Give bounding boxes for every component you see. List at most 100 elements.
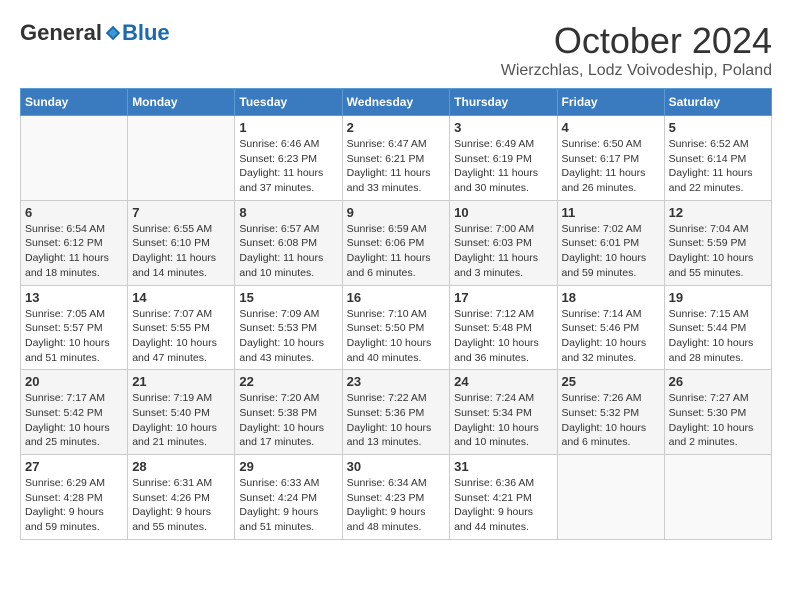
calendar: SundayMondayTuesdayWednesdayThursdayFrid… [20,88,772,540]
calendar-cell: 14 Sunrise: 7:07 AM Sunset: 5:55 PM Dayli… [128,285,235,370]
calendar-cell: 29 Sunrise: 6:33 AM Sunset: 4:24 PM Dayli… [235,455,342,540]
calendar-cell: 10 Sunrise: 7:00 AM Sunset: 6:03 PM Dayli… [450,200,557,285]
day-number: 26 [669,374,767,389]
day-number: 5 [669,120,767,135]
calendar-cell: 3 Sunrise: 6:49 AM Sunset: 6:19 PM Daylig… [450,116,557,201]
calendar-cell [557,455,664,540]
calendar-cell: 21 Sunrise: 7:19 AM Sunset: 5:40 PM Dayli… [128,370,235,455]
day-info: Sunrise: 7:26 AM Sunset: 5:32 PM Dayligh… [562,391,660,450]
calendar-cell: 2 Sunrise: 6:47 AM Sunset: 6:21 PM Daylig… [342,116,450,201]
calendar-cell: 17 Sunrise: 7:12 AM Sunset: 5:48 PM Dayli… [450,285,557,370]
day-number: 14 [132,290,230,305]
weekday-header: Friday [557,89,664,116]
day-number: 20 [25,374,123,389]
calendar-cell: 8Sunrise: 6:57 AM Sunset: 6:08 PM Daylig… [235,200,342,285]
day-info: Sunrise: 6:31 AM Sunset: 4:26 PM Dayligh… [132,476,230,535]
logo-icon [104,24,122,42]
logo: General Blue [20,20,170,46]
location: Wierzchlas, Lodz Voivodeship, Poland [501,62,772,80]
day-number: 16 [347,290,446,305]
calendar-cell: 24Sunrise: 7:24 AM Sunset: 5:34 PM Dayli… [450,370,557,455]
day-number: 2 [347,120,446,135]
day-info: Sunrise: 7:07 AM Sunset: 5:55 PM Dayligh… [132,307,230,366]
calendar-week-row: 1Sunrise: 6:46 AM Sunset: 6:23 PM Daylig… [21,116,772,201]
day-info: Sunrise: 6:50 AM Sunset: 6:17 PM Dayligh… [562,137,660,196]
calendar-cell: 15 Sunrise: 7:09 AM Sunset: 5:53 PM Dayli… [235,285,342,370]
month-title: October 2024 [501,20,772,62]
day-info: Sunrise: 7:12 AM Sunset: 5:48 PM Dayligh… [454,307,552,366]
calendar-cell [128,116,235,201]
day-info: Sunrise: 7:00 AM Sunset: 6:03 PM Dayligh… [454,222,552,281]
day-info: Sunrise: 6:34 AM Sunset: 4:23 PM Dayligh… [347,476,446,535]
day-info: Sunrise: 6:52 AM Sunset: 6:14 PM Dayligh… [669,137,767,196]
day-number: 11 [562,205,660,220]
weekday-header: Wednesday [342,89,450,116]
weekday-header: Tuesday [235,89,342,116]
day-number: 17 [454,290,552,305]
day-info: Sunrise: 6:47 AM Sunset: 6:21 PM Dayligh… [347,137,446,196]
calendar-cell: 4 Sunrise: 6:50 AM Sunset: 6:17 PM Daylig… [557,116,664,201]
day-info: Sunrise: 6:57 AM Sunset: 6:08 PM Dayligh… [239,222,337,281]
page-header: General Blue October 2024 Wierzchlas, Lo… [20,20,772,80]
day-number: 4 [562,120,660,135]
title-block: October 2024 Wierzchlas, Lodz Voivodeshi… [501,20,772,80]
day-info: Sunrise: 7:20 AM Sunset: 5:38 PM Dayligh… [239,391,337,450]
day-info: Sunrise: 7:02 AM Sunset: 6:01 PM Dayligh… [562,222,660,281]
day-number: 7 [132,205,230,220]
day-number: 22 [239,374,337,389]
day-info: Sunrise: 6:33 AM Sunset: 4:24 PM Dayligh… [239,476,337,535]
calendar-cell: 5 Sunrise: 6:52 AM Sunset: 6:14 PM Daylig… [664,116,771,201]
day-info: Sunrise: 6:49 AM Sunset: 6:19 PM Dayligh… [454,137,552,196]
calendar-cell: 20 Sunrise: 7:17 AM Sunset: 5:42 PM Dayli… [21,370,128,455]
weekday-header: Monday [128,89,235,116]
calendar-week-row: 6 Sunrise: 6:54 AM Sunset: 6:12 PM Daylig… [21,200,772,285]
day-info: Sunrise: 6:59 AM Sunset: 6:06 PM Dayligh… [347,222,446,281]
day-number: 3 [454,120,552,135]
day-number: 12 [669,205,767,220]
day-info: Sunrise: 6:29 AM Sunset: 4:28 PM Dayligh… [25,476,123,535]
day-number: 10 [454,205,552,220]
weekday-header: Saturday [664,89,771,116]
day-number: 13 [25,290,123,305]
calendar-cell: 7 Sunrise: 6:55 AM Sunset: 6:10 PM Daylig… [128,200,235,285]
calendar-week-row: 13Sunrise: 7:05 AM Sunset: 5:57 PM Dayli… [21,285,772,370]
day-number: 23 [347,374,446,389]
logo-general: General [20,20,102,46]
calendar-week-row: 27 Sunrise: 6:29 AM Sunset: 4:28 PM Dayli… [21,455,772,540]
weekday-header: Sunday [21,89,128,116]
day-number: 29 [239,459,337,474]
day-number: 31 [454,459,552,474]
day-info: Sunrise: 7:15 AM Sunset: 5:44 PM Dayligh… [669,307,767,366]
calendar-cell: 23Sunrise: 7:22 AM Sunset: 5:36 PM Dayli… [342,370,450,455]
day-info: Sunrise: 6:55 AM Sunset: 6:10 PM Dayligh… [132,222,230,281]
calendar-cell: 12Sunrise: 7:04 AM Sunset: 5:59 PM Dayli… [664,200,771,285]
day-number: 15 [239,290,337,305]
day-info: Sunrise: 7:09 AM Sunset: 5:53 PM Dayligh… [239,307,337,366]
day-number: 18 [562,290,660,305]
day-number: 30 [347,459,446,474]
calendar-cell: 25 Sunrise: 7:26 AM Sunset: 5:32 PM Dayli… [557,370,664,455]
day-info: Sunrise: 7:10 AM Sunset: 5:50 PM Dayligh… [347,307,446,366]
day-info: Sunrise: 7:19 AM Sunset: 5:40 PM Dayligh… [132,391,230,450]
day-info: Sunrise: 7:14 AM Sunset: 5:46 PM Dayligh… [562,307,660,366]
calendar-cell: 26Sunrise: 7:27 AM Sunset: 5:30 PM Dayli… [664,370,771,455]
calendar-cell: 18 Sunrise: 7:14 AM Sunset: 5:46 PM Dayli… [557,285,664,370]
calendar-cell [664,455,771,540]
day-number: 27 [25,459,123,474]
calendar-cell: 22 Sunrise: 7:20 AM Sunset: 5:38 PM Dayli… [235,370,342,455]
day-info: Sunrise: 7:17 AM Sunset: 5:42 PM Dayligh… [25,391,123,450]
weekday-header-row: SundayMondayTuesdayWednesdayThursdayFrid… [21,89,772,116]
calendar-cell: 30 Sunrise: 6:34 AM Sunset: 4:23 PM Dayli… [342,455,450,540]
day-info: Sunrise: 6:54 AM Sunset: 6:12 PM Dayligh… [25,222,123,281]
day-number: 21 [132,374,230,389]
day-number: 25 [562,374,660,389]
day-number: 24 [454,374,552,389]
day-info: Sunrise: 6:36 AM Sunset: 4:21 PM Dayligh… [454,476,552,535]
day-number: 6 [25,205,123,220]
calendar-cell: 16 Sunrise: 7:10 AM Sunset: 5:50 PM Dayli… [342,285,450,370]
day-info: Sunrise: 6:46 AM Sunset: 6:23 PM Dayligh… [239,137,337,196]
calendar-cell: 13Sunrise: 7:05 AM Sunset: 5:57 PM Dayli… [21,285,128,370]
calendar-cell: 19Sunrise: 7:15 AM Sunset: 5:44 PM Dayli… [664,285,771,370]
calendar-cell: 6 Sunrise: 6:54 AM Sunset: 6:12 PM Daylig… [21,200,128,285]
day-number: 28 [132,459,230,474]
